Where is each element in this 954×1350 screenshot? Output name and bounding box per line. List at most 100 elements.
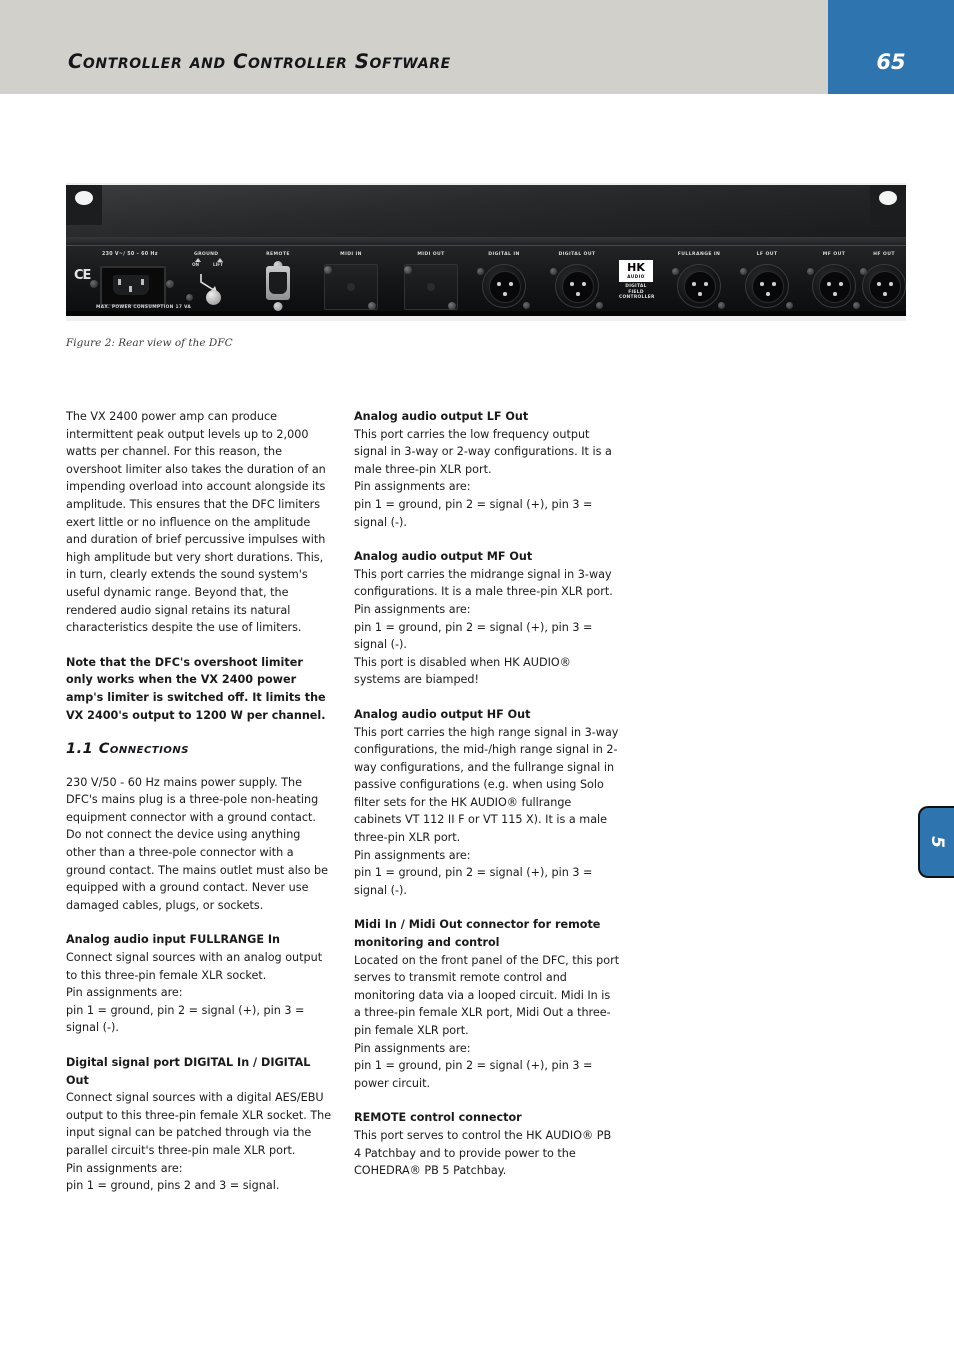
- panel-bottom-edge: [66, 311, 906, 316]
- port-label: MIDI IN: [340, 252, 362, 257]
- port-label: DIGITAL IN: [488, 252, 520, 257]
- xlr-inner: [819, 271, 851, 303]
- port-label: MF OUT: [822, 252, 846, 257]
- ce-mark-icon: CE: [74, 268, 91, 283]
- xlr-connector: [812, 264, 856, 308]
- dsub-connector: [266, 266, 290, 300]
- iec-pin: [141, 279, 144, 285]
- xlr-pin: [839, 282, 843, 286]
- hk-mark: HK AUDIO: [619, 260, 653, 282]
- ground-lift-knob[interactable]: [206, 290, 221, 305]
- panel-screw: [807, 268, 814, 275]
- limiter-note-paragraph: Note that the DFC's overshoot limiter on…: [66, 655, 326, 722]
- xlr-inner: [489, 271, 521, 303]
- xlr-pin: [833, 292, 837, 296]
- digital-port-body: Connect signal sources with a digital AE…: [66, 1091, 332, 1157]
- brand-logo-group: HK AUDIO DIGITAL FIELD CONTROLLER: [614, 246, 658, 316]
- xlr-connector: [555, 264, 599, 308]
- iec-pin: [118, 279, 121, 285]
- port-digital-out: DIGITAL OUT: [544, 246, 610, 316]
- xlr-inner: [684, 271, 716, 303]
- rack-ear-right: [870, 185, 906, 225]
- subheading-midi: Midi In / Midi Out connector for remote …: [354, 918, 601, 950]
- inlet-screw: [90, 280, 98, 288]
- xlr-inner: [562, 271, 594, 303]
- rack-mount-hole: [75, 191, 93, 205]
- xlr-pin: [570, 282, 574, 286]
- midi-pin-detail: pin 1 = ground, pin 2 = signal (+), pin …: [354, 1059, 593, 1090]
- ground-option-lift: LIFT: [213, 262, 223, 267]
- xlr-connector: [482, 264, 526, 308]
- xlr-connector: [677, 264, 721, 308]
- xlr-pin: [877, 282, 881, 286]
- subheading-fullrange-in: Analog audio input FULLRANGE In: [66, 933, 281, 947]
- xlr-pin: [889, 282, 893, 286]
- xlr-inner: [869, 271, 901, 303]
- section-heading-connections: 1.1 Connections: [66, 741, 189, 758]
- iec-pin: [129, 286, 132, 292]
- product-name-caption: DIGITAL FIELD CONTROLLER: [619, 284, 654, 301]
- rack-mount-hole: [879, 191, 897, 205]
- xlr-connector: [862, 264, 906, 308]
- ground-lift-switch-group: GROUND ON LIFT: [184, 246, 244, 316]
- panel-screw: [404, 266, 412, 274]
- port-fullrange-in: FULLRANGE IN: [666, 246, 732, 316]
- figure-rear-view: CE 230 V~/ 50 – 60 Hz MAX. POWER CONSUMP…: [66, 183, 906, 321]
- intro-paragraph: The VX 2400 power amp can produce interm…: [66, 410, 326, 635]
- xlr-pin: [582, 282, 586, 286]
- block-midi: Midi In / Midi Out connector for remote …: [354, 916, 620, 1092]
- port-digital-in: DIGITAL IN: [471, 246, 537, 316]
- plate-center-dot: [347, 283, 355, 291]
- panel-screw: [186, 294, 193, 301]
- xlr-pin: [760, 282, 764, 286]
- mf-out-pin-intro: Pin assignments are:: [354, 602, 471, 616]
- panel-screw: [786, 302, 793, 309]
- xlr-pin: [766, 292, 770, 296]
- port-midi-out: MIDI OUT: [396, 246, 466, 316]
- xlr-inner: [752, 271, 784, 303]
- dsub-screw: [273, 302, 283, 311]
- block-digital-port: Digital signal port DIGITAL In / DIGITAL…: [66, 1054, 332, 1195]
- iec-power-inlet: [100, 266, 166, 306]
- ground-label: GROUND: [194, 252, 219, 257]
- port-lf-out: LF OUT: [734, 246, 800, 316]
- device-photo: CE 230 V~/ 50 – 60 Hz MAX. POWER CONSUMP…: [66, 183, 906, 321]
- fullrange-in-pin-detail: pin 1 = ground, pin 2 = signal (+), pin …: [66, 1003, 305, 1035]
- xlr-pin: [692, 282, 696, 286]
- block-hf-out: Analog audio output HF Out This port car…: [354, 706, 620, 900]
- page-title: Controller and Controller Software: [68, 50, 451, 73]
- mf-out-pin-detail: pin 1 = ground, pin 2 = signal (+), pin …: [354, 620, 593, 652]
- inlet-screw: [166, 280, 174, 288]
- page-number: 65: [876, 50, 906, 74]
- digital-port-pin-detail: pin 1 = ground, pins 2 and 3 = signal.: [66, 1179, 280, 1193]
- plate-center-dot: [427, 283, 435, 291]
- dsub-shell: [269, 272, 287, 294]
- xlr-pin: [503, 292, 507, 296]
- block-lf-out: Analog audio output LF Out This port car…: [354, 408, 620, 531]
- power-consumption-label: MAX. POWER CONSUMPTION 17 VA: [96, 305, 192, 310]
- remote-body: This port serves to control the HK AUDIO…: [354, 1128, 612, 1178]
- subheading-hf-out: Analog audio output HF Out: [354, 707, 531, 721]
- lf-out-pin-detail: pin 1 = ground, pin 2 = signal (+), pin …: [354, 497, 593, 529]
- hk-mark-letters: HK: [627, 261, 645, 274]
- ground-option-on: ON: [192, 262, 200, 267]
- hf-out-pin-detail: pin 1 = ground, pin 2 = signal (+), pin …: [354, 866, 593, 897]
- port-label: LF OUT: [756, 252, 778, 257]
- panel-screw: [718, 302, 725, 309]
- figure-caption: Figure 2: Rear view of the DFC: [66, 337, 233, 349]
- port-remote: REMOTE: [248, 246, 308, 316]
- rack-ear-left: [66, 185, 102, 225]
- panel-screw: [860, 268, 867, 275]
- port-label: FULLRANGE IN: [677, 252, 721, 257]
- port-label: REMOTE: [266, 252, 290, 257]
- xlr-connector: [745, 264, 789, 308]
- xlr-pin: [698, 292, 702, 296]
- xlr-pin: [576, 292, 580, 296]
- port-label: HF OUT: [873, 252, 895, 257]
- digital-port-pin-intro: Pin assignments are:: [66, 1161, 183, 1175]
- body-column-right: Analog audio output LF Out This port car…: [354, 408, 620, 1180]
- chapter-side-tab[interactable]: 5: [918, 806, 954, 878]
- panel-screw: [324, 266, 332, 274]
- panel-screw: [368, 302, 376, 310]
- midi-body: Located on the front panel of the DFC, t…: [354, 953, 620, 1037]
